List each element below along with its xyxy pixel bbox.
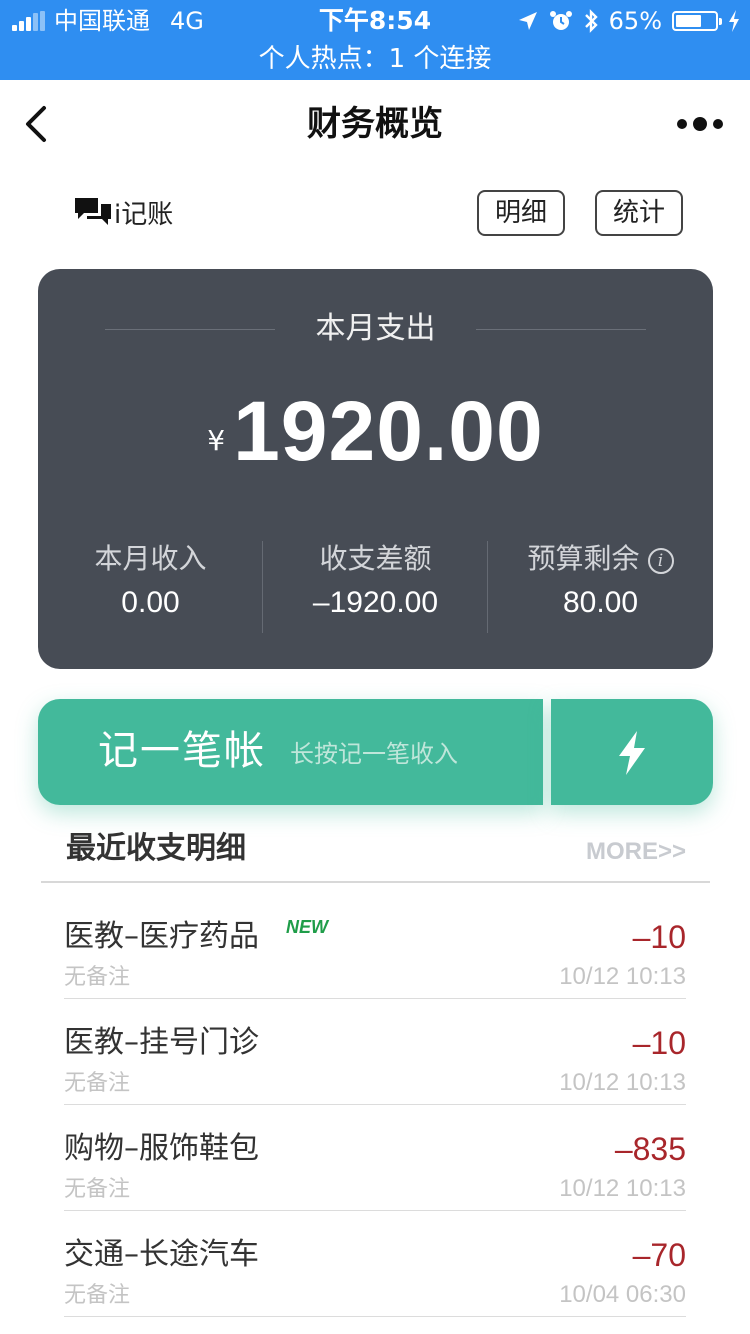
transaction-note: 无备注	[64, 1177, 131, 1202]
stat-balance: 收支差额 –1920.00	[263, 539, 488, 625]
expense-amount-value: 1920.00	[233, 384, 544, 478]
stat-budget-value: 80.00	[562, 586, 639, 619]
stat-balance-label: 收支差额	[319, 542, 432, 575]
transaction-category: 购物–服饰鞋包	[64, 1131, 259, 1166]
record-entry-button[interactable]: 记一笔帐 长按记一笔收入	[38, 699, 543, 805]
detail-button[interactable]: 明细	[477, 190, 565, 236]
page-title: 财务概览	[307, 104, 443, 144]
alarm-clock-icon	[549, 11, 572, 30]
app-brand: i记账	[74, 192, 173, 232]
brand-name: i记账	[114, 199, 174, 230]
status-right: 65%	[517, 6, 740, 36]
record-entry-label: 记一笔帐	[98, 728, 266, 774]
battery-percent: 65%	[608, 7, 662, 35]
lightning-bolt-icon	[619, 731, 645, 775]
section-divider	[41, 881, 710, 883]
stat-budget[interactable]: 预算剩余 i 80.00	[488, 539, 713, 625]
transaction-note: 无备注	[64, 965, 131, 990]
monthly-expense-amount: ¥1920.00	[38, 381, 713, 505]
battery-fill	[676, 15, 701, 27]
transaction-row[interactable]: 医教–医疗药品 NEW 无备注 –10 10/12 10:13	[64, 893, 686, 999]
transaction-category: 医教–挂号门诊	[64, 1025, 259, 1060]
stat-income-value: 0.00	[121, 586, 180, 619]
stats-button[interactable]: 统计	[595, 190, 683, 236]
transaction-note: 无备注	[64, 1071, 131, 1096]
transaction-amount: –10	[632, 1025, 686, 1061]
bluetooth-icon	[584, 9, 598, 33]
monthly-expense-label: 本月支出	[315, 311, 436, 346]
transaction-category: 交通–长途汽车	[64, 1237, 259, 1272]
stat-income-label: 本月收入	[94, 542, 207, 575]
transaction-time: 10/12 10:13	[559, 963, 686, 990]
transaction-time: 10/12 10:13	[559, 1069, 686, 1096]
location-arrow-icon	[518, 12, 537, 30]
transaction-note: 无备注	[64, 1283, 131, 1308]
stat-income: 本月收入 0.00	[38, 539, 263, 625]
transaction-category: 医教–医疗药品	[64, 919, 259, 954]
status-bar-row: 中国联通 4G 下午8:54 65%	[0, 0, 750, 42]
more-dots-icon[interactable]	[676, 116, 724, 132]
status-bar: 中国联通 4G 下午8:54 65% 个人热点：1 个连接	[0, 0, 750, 80]
record-entry-hint: 长按记一笔收入	[290, 740, 458, 768]
new-badge: NEW	[286, 917, 328, 937]
transaction-row[interactable]: 交通–长途汽车 无备注 –70 10/04 06:30	[64, 1211, 686, 1317]
chat-bubbles-icon	[75, 198, 111, 225]
stat-balance-value: –1920.00	[312, 586, 439, 619]
transaction-amount: –70	[632, 1237, 686, 1273]
battery-icon	[672, 11, 722, 31]
recent-section-title: 最近收支明细	[66, 831, 246, 866]
info-icon[interactable]: i	[647, 548, 674, 574]
stat-budget-label: 预算剩余	[527, 542, 640, 575]
transaction-row[interactable]: 医教–挂号门诊 无备注 –10 10/12 10:13	[64, 999, 686, 1105]
more-link[interactable]: MORE>>	[586, 836, 686, 868]
transaction-amount: –10	[632, 919, 686, 955]
transaction-time: 10/04 06:30	[559, 1281, 686, 1308]
transaction-time: 10/12 10:13	[559, 1175, 686, 1202]
transaction-row[interactable]: 购物–服饰鞋包 无备注 –835 10/12 10:13	[64, 1105, 686, 1211]
nav-bar: 财务概览	[0, 80, 750, 168]
quick-record-button[interactable]	[551, 699, 713, 805]
currency-symbol: ¥	[207, 424, 226, 457]
transaction-amount: –835	[614, 1131, 686, 1167]
charging-bolt-icon	[729, 10, 739, 32]
hotspot-banner[interactable]: 个人热点：1 个连接	[0, 42, 750, 76]
stat-budget-label-row: 预算剩余 i	[488, 539, 713, 579]
monthly-summary-card: 本月支出 ¥1920.00 本月收入 0.00 收支差额 –1920.00 预算…	[38, 269, 713, 669]
